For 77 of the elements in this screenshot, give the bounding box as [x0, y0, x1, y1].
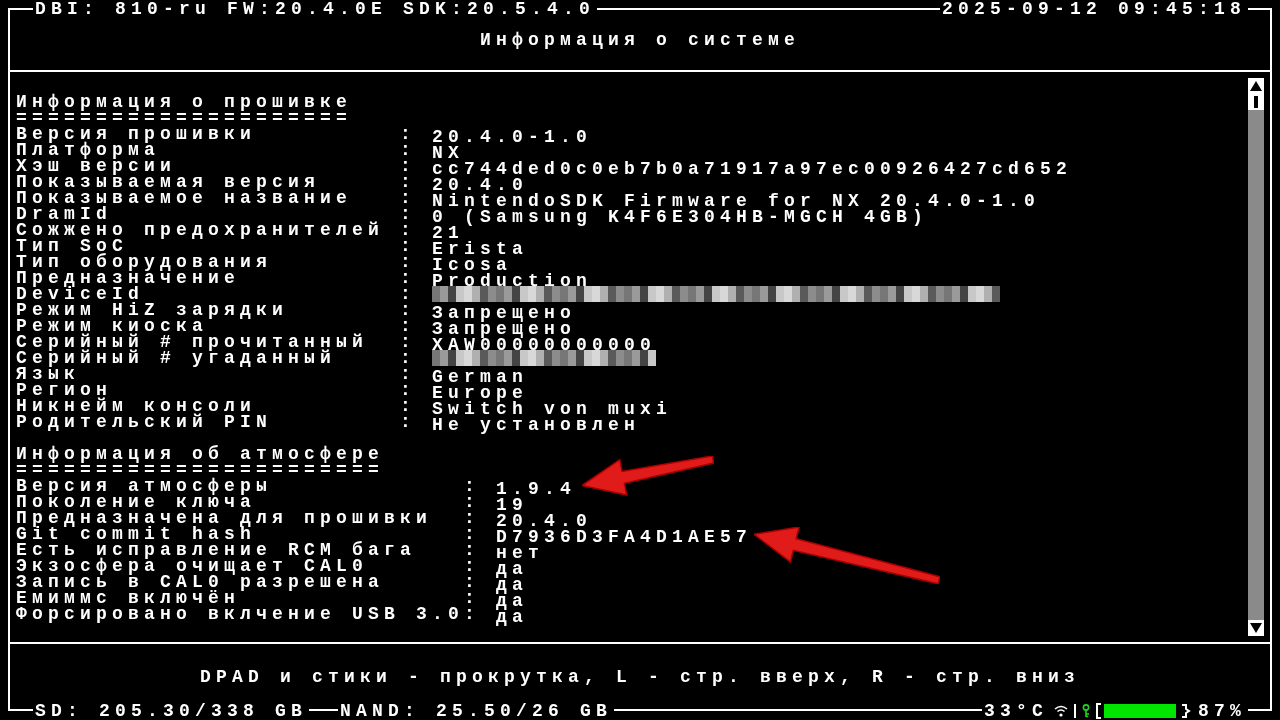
separator-colon: :: [400, 206, 417, 222]
separator-colon: :: [400, 350, 417, 366]
field-label: Версия прошивки: [16, 126, 258, 142]
scroll-up-button[interactable]: [1248, 78, 1264, 94]
field-label: Емиммс включён: [16, 590, 241, 606]
app-version-info: DBI: 810-ru FW:20.4.0E SDK:20.5.4.0: [33, 1, 598, 17]
separator-colon: :: [464, 494, 481, 510]
separator-colon: :: [400, 286, 417, 302]
separator-colon: :: [400, 174, 417, 190]
separator-colon: :: [464, 574, 481, 590]
separator-colon: :: [400, 190, 417, 206]
field-label: Экзосфера очищает CAL0: [16, 558, 370, 574]
field-label: Запись в CAL0 разрешена: [16, 574, 386, 590]
separator-colon: :: [464, 510, 481, 526]
field-label: Язык: [16, 366, 80, 382]
scrollbar-thumb[interactable]: [1248, 94, 1264, 110]
section-heading: Информация об атмосфере: [16, 446, 385, 462]
field-label: Серийный # прочитанный: [16, 334, 370, 350]
separator-colon: :: [400, 222, 417, 238]
scroll-down-button[interactable]: [1248, 620, 1264, 636]
separator-colon: :: [400, 398, 417, 414]
field-label: Никнейм консоли: [16, 398, 257, 414]
field-label: Серийный # угаданный: [16, 350, 337, 366]
separator-colon: :: [400, 382, 417, 398]
field-label: Родительский PIN: [16, 414, 274, 430]
separator-colon: :: [400, 334, 417, 350]
sd-card-usage: SD: 205.30/338 GB: [33, 703, 310, 719]
field-label: Поколение ключа: [16, 494, 257, 510]
field-value: Запрещено: [432, 303, 577, 323]
field-label: Режим HiZ зарядки: [16, 302, 290, 318]
heading-underline: =======================: [16, 462, 385, 478]
temperature: 33°C: [983, 703, 1048, 719]
field-label: DramId: [16, 206, 112, 222]
separator-colon: :: [400, 414, 417, 430]
battery-percent: 87%: [1198, 703, 1246, 719]
separator-colon: :: [400, 126, 417, 142]
separator-colon: :: [400, 142, 417, 158]
separator-colon: :: [464, 542, 481, 558]
field-label: Тип оборудования: [16, 254, 274, 270]
separator-colon: :: [400, 318, 417, 334]
separator-colon: :: [464, 526, 481, 542]
separator-colon: :: [400, 302, 417, 318]
field-label: Показываемое название: [16, 190, 354, 206]
separator-colon: :: [400, 158, 417, 174]
field-value: Не установлен: [432, 415, 641, 435]
separator-colon: :: [464, 606, 481, 622]
field-label: Сожжено предохранителей: [16, 222, 386, 238]
screen-title: Информация о системе: [479, 32, 800, 48]
field-label: Git commit hash: [16, 526, 257, 542]
separator-colon: :: [464, 478, 481, 494]
controls-hint: DPAD и стики - прокрутка, L - стр. вверх, R - стр. вниз: [199, 668, 1081, 685]
field-label: Регион: [16, 382, 112, 398]
key-icon: [1082, 704, 1090, 718]
wifi-icon: [1054, 705, 1068, 717]
field-label: Версия атмосферы: [16, 478, 274, 494]
field-label: Платформа: [16, 142, 161, 158]
field-label: Хэш версии: [16, 158, 177, 174]
separator-colon: :: [400, 254, 417, 270]
field-label: Предназначение: [16, 270, 241, 286]
field-label: Есть исправление RCM бага: [16, 542, 418, 558]
heading-underline: =====================: [16, 110, 353, 126]
field-value: Production: [432, 271, 593, 291]
field-label: Тип SoC: [16, 238, 128, 254]
separator-colon: :: [464, 590, 481, 606]
section-heading: Информация о прошивке: [16, 94, 353, 110]
separator-colon: :: [400, 238, 417, 254]
separator-colon: :: [464, 558, 481, 574]
field-label: Предназначена для прошивки: [16, 510, 434, 526]
date-time: 2025-09-12 09:45:18: [939, 1, 1248, 17]
field-label: Показываемая версия: [16, 174, 322, 190]
nand-usage: NAND: 25.50/26 GB: [338, 703, 615, 719]
separator-colon: :: [400, 366, 417, 382]
field-label: DeviceId: [16, 286, 144, 302]
separator-colon: :: [400, 270, 417, 286]
field-label: Режим киоска: [16, 318, 209, 334]
field-label: Форсировано вклчение USB 3.0: [16, 606, 464, 622]
battery-icon: [1096, 703, 1192, 719]
